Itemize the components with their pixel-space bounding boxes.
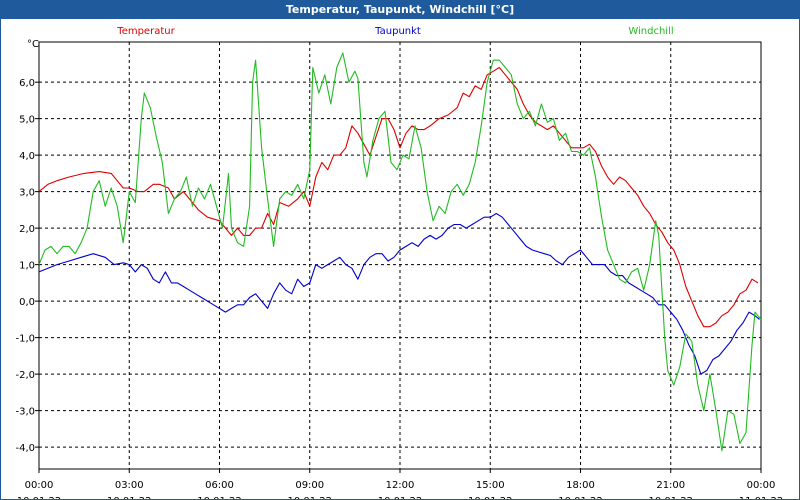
y-tick-label: -2,0 (15, 370, 35, 381)
legend-label-temperatur: Temperatur (116, 26, 175, 37)
legend-label-windchill: Windchill (628, 26, 673, 37)
chart-window: Temperatur, Taupunkt, Windchill [°C] 6,0… (0, 0, 800, 500)
y-tick-label: 1,0 (19, 261, 35, 272)
y-tick-label: 3,0 (19, 188, 35, 199)
series-line-taupunkt (38, 212, 760, 375)
x-tick-date: 10.01.22 (17, 496, 62, 499)
y-axis: 6,0 5,0 4,0 3,0 2,0 1,0 0,0 -1,0 -2,0 -3,0 -4,0 (15, 78, 39, 454)
x-tick-time: 09:00 (295, 480, 324, 491)
x-tick-time: 06:00 (205, 480, 234, 491)
y-tick-label: -4,0 (15, 443, 35, 454)
x-tick-time: 03:00 (115, 480, 144, 491)
y-tick-label: 6,0 (19, 78, 35, 89)
y-tick-label: 0,0 (19, 297, 35, 308)
x-tick-time: 12:00 (386, 480, 415, 491)
series-line-temperatur (38, 66, 759, 328)
x-axis: 00:00 10.01.22 03:00 10.01.22 06:00 10.01.22 0… (17, 469, 784, 499)
chart-svg: 6,0 5,0 4,0 3,0 2,0 1,0 0,0 -1,0 -2,0 -3,0 -4,0 00… (15, 26, 784, 499)
y-tick-label: -1,0 (15, 334, 35, 345)
y-tick-label: 4,0 (19, 151, 35, 162)
x-tick-date: 10.01.22 (648, 496, 693, 499)
x-tick-date: 10.01.22 (197, 496, 242, 499)
x-tick-date: 10.01.22 (468, 496, 513, 499)
x-tick-date: 10.01.22 (287, 496, 332, 499)
x-tick-date: 11.01.22 (739, 496, 784, 499)
x-tick-date: 10.01.22 (107, 496, 152, 499)
x-tick-time: 18:00 (566, 480, 595, 491)
x-tick-time: 15:00 (476, 480, 505, 491)
y-tick-label: 5,0 (19, 115, 35, 126)
x-tick-date: 10.01.22 (558, 496, 603, 499)
y-tick-label: -3,0 (15, 407, 35, 418)
chart-title: Temperatur, Taupunkt, Windchill [°C] (1, 1, 799, 19)
x-tick-time: 00:00 (747, 480, 776, 491)
legend-label-taupunkt: Taupunkt (374, 26, 421, 37)
grid (39, 42, 761, 469)
y-axis-label: °C (27, 39, 39, 50)
x-tick-date: 10.01.22 (378, 496, 423, 499)
legend: Temperatur Taupunkt Windchill (116, 26, 673, 37)
x-tick-time: 00:00 (25, 480, 54, 491)
x-tick-time: 21:00 (656, 480, 685, 491)
y-tick-label: 2,0 (19, 224, 35, 235)
